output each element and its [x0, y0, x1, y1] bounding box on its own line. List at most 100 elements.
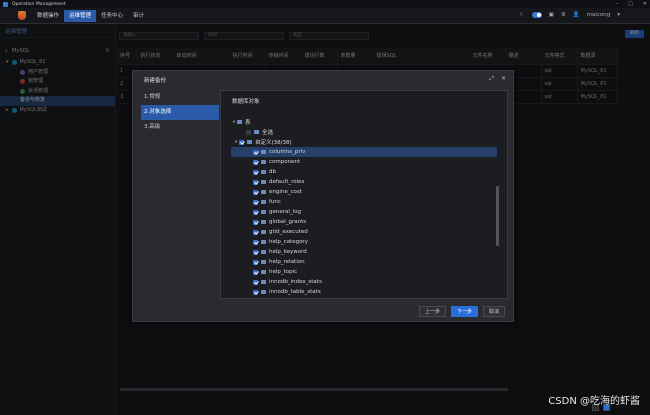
- minimize-icon[interactable]: –: [616, 1, 619, 7]
- dialog-footer: 上一步 下一步 取消: [418, 306, 505, 317]
- menu-item[interactable]: 运维管理: [64, 9, 97, 22]
- checkbox[interactable]: [253, 259, 258, 265]
- table-icon: [247, 140, 252, 144]
- table-icon: [261, 170, 266, 174]
- menu-bar: 数据操作 运维管理 任务中心 审计 ☾ ▣ ⚙ 👤 maicong ▾: [0, 8, 650, 24]
- maximize-icon[interactable]: □: [628, 1, 633, 7]
- checkbox[interactable]: [246, 129, 251, 135]
- object-label: engine_cost: [269, 189, 302, 195]
- notification-icon[interactable]: ▣: [549, 12, 554, 18]
- checkbox[interactable]: [253, 189, 258, 195]
- object-label: columns_priv: [269, 149, 306, 155]
- object-label: gtid_executed: [269, 229, 308, 235]
- vertical-scrollbar[interactable]: [496, 186, 499, 246]
- table-icon: [261, 260, 266, 264]
- dialog-title: 新建备份: [144, 78, 167, 84]
- menu-item[interactable]: 数据操作: [32, 10, 64, 22]
- object-label: 自定义(38/38): [255, 140, 292, 146]
- window-titlebar: Operation Management – □ ✕: [0, 0, 650, 8]
- wizard-step[interactable]: 2.对象选择: [141, 105, 219, 120]
- cancel-button[interactable]: 取消: [482, 306, 505, 317]
- checkbox[interactable]: [253, 169, 258, 175]
- object-label: help_keyword: [269, 249, 307, 255]
- object-row[interactable]: help_category: [231, 237, 497, 247]
- user-icon[interactable]: 👤: [573, 12, 580, 18]
- wizard-step[interactable]: 3.高级: [141, 120, 219, 135]
- table-icon: [261, 160, 266, 164]
- menu-item[interactable]: 审计: [128, 10, 149, 22]
- close-icon[interactable]: ✕: [643, 1, 647, 7]
- maximize-icon[interactable]: ⤢: [489, 75, 494, 83]
- object-row[interactable]: help_relation: [231, 257, 497, 267]
- object-label: help_topic: [269, 269, 298, 275]
- prev-button[interactable]: 上一步: [418, 306, 446, 317]
- table-icon: [261, 250, 266, 254]
- logo-icon: [18, 11, 26, 20]
- checkbox[interactable]: [253, 219, 258, 225]
- checkbox[interactable]: [253, 229, 258, 235]
- object-row[interactable]: component: [231, 157, 497, 167]
- next-button[interactable]: 下一步: [450, 306, 478, 317]
- object-row[interactable]: columns_priv: [231, 147, 497, 157]
- object-label: innodb_table_stats: [269, 289, 321, 295]
- checkbox[interactable]: [253, 239, 258, 245]
- object-row[interactable]: db: [231, 167, 497, 177]
- object-row[interactable]: gtid_executed: [231, 227, 497, 237]
- object-row[interactable]: general_log: [231, 207, 497, 217]
- object-row[interactable]: global_grants: [231, 217, 497, 227]
- object-row[interactable]: innodb_index_stats: [231, 277, 497, 287]
- table-icon: [261, 240, 266, 244]
- table-icon: [261, 210, 266, 214]
- chevron-down-icon[interactable]: ▾: [617, 12, 620, 18]
- username[interactable]: maicong: [587, 12, 611, 18]
- object-row[interactable]: help_keyword: [231, 247, 497, 257]
- object-label: help_relation: [269, 259, 305, 265]
- checkbox[interactable]: [253, 199, 258, 205]
- object-label: help_category: [269, 239, 308, 245]
- checkbox[interactable]: [253, 179, 258, 185]
- object-label: innodb_index_stats: [269, 279, 322, 285]
- object-row[interactable]: default_roles: [231, 177, 497, 187]
- object-label: global_grants: [269, 219, 307, 225]
- wizard-step[interactable]: 1.常规: [141, 90, 219, 105]
- checkbox[interactable]: [253, 249, 258, 255]
- table-icon: [261, 270, 266, 274]
- window-title: Operation Management: [12, 1, 66, 7]
- app-icon: [3, 1, 8, 7]
- object-row[interactable]: engine_cost: [231, 187, 497, 197]
- moon-icon[interactable]: ☾: [520, 12, 525, 18]
- object-panel: 数据库对象 ▾ 表全选 ▾ 自定义(38/38) columns_priv compone…: [220, 90, 508, 299]
- object-row[interactable]: innodb_table_stats: [231, 287, 497, 297]
- object-row[interactable]: help_topic: [231, 267, 497, 277]
- checkbox[interactable]: [253, 149, 258, 155]
- checkbox[interactable]: [253, 279, 258, 285]
- theme-toggle[interactable]: [531, 12, 542, 18]
- dialog-header: 新建备份 ⤢ ✕: [133, 71, 513, 89]
- checkbox[interactable]: [239, 139, 244, 145]
- object-row[interactable]: ▾ 表: [231, 117, 497, 127]
- checkbox[interactable]: [253, 209, 258, 215]
- table-icon: [237, 120, 242, 124]
- settings-icon[interactable]: ⚙: [561, 12, 566, 18]
- checkbox[interactable]: [253, 289, 258, 295]
- watermark: CSDN @吃海的虾酱: [548, 396, 640, 407]
- object-label: default_roles: [269, 179, 305, 185]
- checkbox[interactable]: [253, 159, 258, 165]
- table-icon: [261, 230, 266, 234]
- main-menu: 数据操作 运维管理 任务中心 审计: [32, 9, 149, 22]
- checkbox[interactable]: [253, 269, 258, 275]
- table-icon: [261, 150, 266, 154]
- table-icon: [261, 220, 266, 224]
- object-row[interactable]: ▾ 自定义(38/38): [231, 137, 497, 147]
- close-icon[interactable]: ✕: [501, 75, 506, 83]
- object-row[interactable]: func: [231, 197, 497, 207]
- object-row[interactable]: 全选: [231, 127, 497, 137]
- window-controls: – □ ✕: [616, 1, 647, 7]
- object-label: 全选: [262, 130, 274, 136]
- menu-item[interactable]: 任务中心: [96, 10, 128, 22]
- object-label: general_log: [269, 209, 302, 215]
- table-icon: [261, 190, 266, 194]
- top-right-tools: ☾ ▣ ⚙ 👤 maicong ▾: [520, 12, 620, 18]
- object-label: func: [269, 199, 281, 205]
- object-label: component: [269, 159, 301, 165]
